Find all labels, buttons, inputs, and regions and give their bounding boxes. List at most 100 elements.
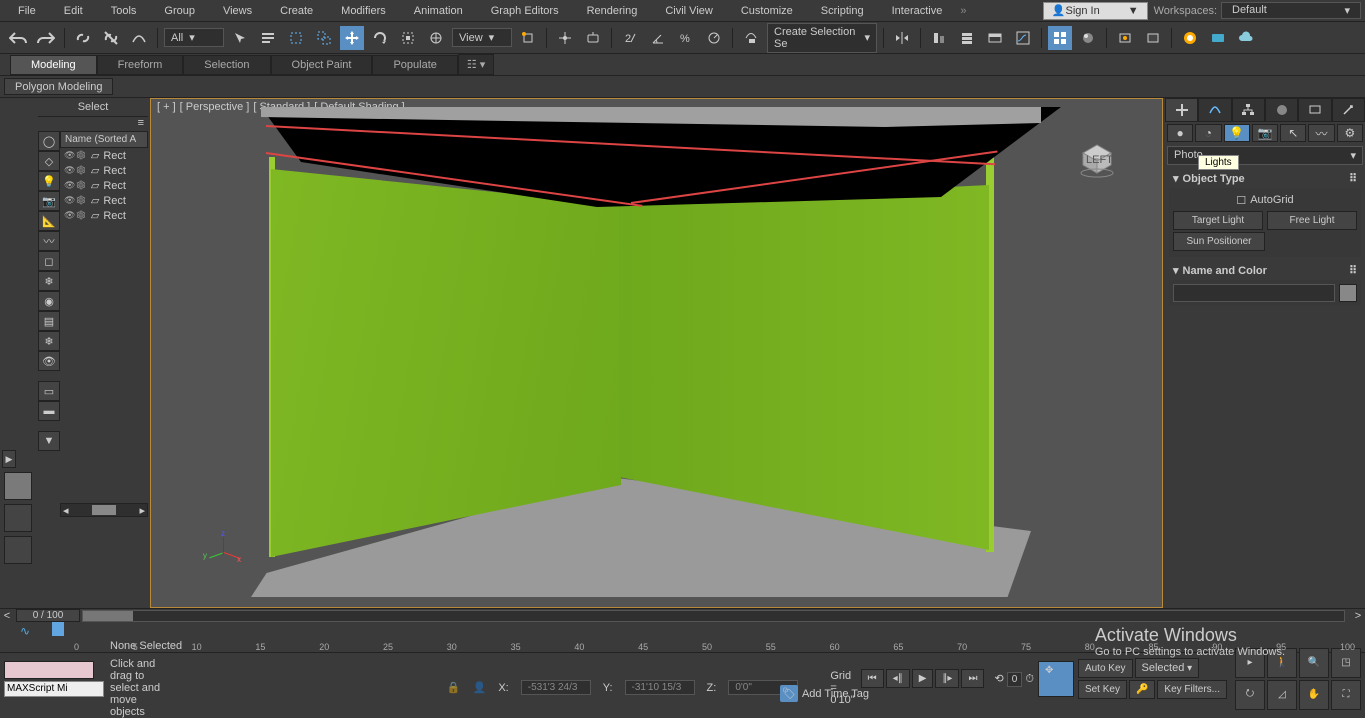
menu-rendering[interactable]: Rendering	[573, 2, 652, 20]
layer-explorer-button[interactable]	[955, 26, 979, 50]
ribbon-tab-freeform[interactable]: Freeform	[97, 55, 184, 75]
target-light-button[interactable]: Target Light	[1173, 211, 1263, 230]
toggle-ribbon-button[interactable]	[983, 26, 1007, 50]
swatch-2[interactable]	[4, 504, 32, 532]
window-crossing-button[interactable]	[312, 26, 336, 50]
redo-button[interactable]	[34, 26, 58, 50]
time-range-display[interactable]: 0 / 100	[16, 609, 80, 622]
nav-pan-button[interactable]: ▸	[1235, 648, 1265, 678]
select-by-name-button[interactable]	[256, 26, 280, 50]
menu-interactive[interactable]: Interactive	[878, 2, 957, 20]
display-tab[interactable]	[1298, 98, 1331, 122]
scene-menu-icon[interactable]: ≡	[138, 117, 144, 131]
scene-item[interactable]: 👁❄▱Rect	[60, 193, 148, 208]
scale-button[interactable]	[396, 26, 420, 50]
menu-animation[interactable]: Animation	[400, 2, 477, 20]
display-helpers-button[interactable]: 📐	[38, 211, 60, 231]
mini-curve-icon[interactable]: ∿	[20, 624, 30, 638]
ribbon-tab-modeling[interactable]: Modeling	[10, 55, 97, 75]
display-xref-button[interactable]: ▤	[38, 311, 60, 331]
link-button[interactable]	[71, 26, 95, 50]
curve-editor-button[interactable]	[1011, 26, 1035, 50]
add-time-tag-button[interactable]: Add Time Tag	[802, 688, 869, 700]
swatch-1[interactable]	[4, 472, 32, 500]
menu-edit[interactable]: Edit	[50, 2, 97, 20]
time-range-bar[interactable]	[82, 610, 1345, 622]
time-slider[interactable]	[52, 622, 64, 636]
undo-button[interactable]	[6, 26, 30, 50]
free-light-button[interactable]: Free Light	[1267, 211, 1357, 230]
prev-frame-button[interactable]: ◂∥	[886, 669, 910, 688]
object-color-swatch[interactable]	[1339, 284, 1357, 302]
display-particle-button[interactable]: ❄	[38, 271, 60, 291]
autogrid-checkbox[interactable]: ☐AutoGrid	[1173, 192, 1357, 209]
x-coord-input[interactable]: -531'3 24/3	[521, 680, 591, 695]
menu-customize[interactable]: Customize	[727, 2, 807, 20]
pivot-button[interactable]	[516, 26, 540, 50]
menu-overflow-icon[interactable]: »	[960, 5, 966, 17]
display-all-button[interactable]: ▭	[38, 381, 60, 401]
move-button[interactable]	[340, 26, 364, 50]
rotate-button[interactable]	[368, 26, 392, 50]
viewport[interactable]: [ + ][ Perspective ][ Standard ][ Defaul…	[150, 98, 1163, 608]
scene-item[interactable]: 👁❄▱Rect	[60, 163, 148, 178]
hierarchy-tab[interactable]	[1232, 98, 1265, 122]
cameras-cat[interactable]: 📷	[1252, 124, 1278, 142]
display-none-button[interactable]: ▬	[38, 401, 60, 421]
render-setup-button[interactable]	[1113, 26, 1137, 50]
manipulate-button[interactable]	[553, 26, 577, 50]
isolate-icon[interactable]: 👤	[473, 681, 487, 694]
filter-button[interactable]: ▼	[38, 431, 60, 451]
timeline[interactable]: ∿ 05101520253035404550556065707580859095…	[0, 622, 1365, 652]
render-button[interactable]	[1178, 26, 1202, 50]
menu-tools[interactable]: Tools	[97, 2, 151, 20]
transform-gizmo-button[interactable]: ✥	[1038, 661, 1074, 697]
snap-toggle-button[interactable]: 2	[618, 26, 642, 50]
setkey-button[interactable]: Set Key	[1078, 680, 1127, 699]
key-icon[interactable]: 🔑	[1129, 680, 1155, 699]
time-config-icon[interactable]: ⏱	[1025, 673, 1034, 685]
scene-item[interactable]: 👁❄▱Rect	[60, 148, 148, 163]
scene-item[interactable]: 👁❄▱Rect	[60, 178, 148, 193]
align-button[interactable]	[927, 26, 951, 50]
create-subtype-dropdown[interactable]: Photo▾ Lights	[1167, 146, 1363, 165]
geom-cat[interactable]: ●	[1167, 124, 1193, 142]
helpers-cat[interactable]: ↖	[1280, 124, 1306, 142]
time-expand-right[interactable]: >	[1351, 610, 1365, 622]
ribbon-tab-selection[interactable]: Selection	[183, 55, 270, 75]
spacewarps-cat[interactable]: 〰	[1308, 124, 1334, 142]
menu-create[interactable]: Create	[266, 2, 327, 20]
render-cloud-button[interactable]	[1234, 26, 1258, 50]
swatch-3[interactable]	[4, 536, 32, 564]
schematic-view-button[interactable]	[1048, 26, 1072, 50]
display-shapes-button[interactable]: ◇	[38, 151, 60, 171]
nav-fov-button[interactable]: ◿	[1267, 680, 1297, 710]
shapes-cat[interactable]: ◔	[1195, 124, 1221, 142]
spinner-snap-button[interactable]	[702, 26, 726, 50]
nav-zoom-button[interactable]: 🔍	[1299, 648, 1329, 678]
workspace-dropdown[interactable]: Default▾	[1221, 2, 1361, 19]
rendered-frame-button[interactable]	[1141, 26, 1165, 50]
keyfilters-button[interactable]: Key Filters...	[1157, 680, 1227, 699]
nav-pan2-button[interactable]: ✋	[1299, 680, 1329, 710]
display-cameras-button[interactable]: 📷	[38, 191, 60, 211]
autokey-button[interactable]: Auto Key	[1078, 659, 1133, 678]
ribbon-tab-objectpaint[interactable]: Object Paint	[271, 55, 373, 75]
edit-named-sel-button[interactable]	[739, 26, 763, 50]
render-ar-button[interactable]	[1206, 26, 1230, 50]
display-hidden-button[interactable]: 👁	[38, 351, 60, 371]
display-group-button[interactable]: ◉	[38, 291, 60, 311]
display-geom-button[interactable]: ◯	[38, 131, 60, 151]
mirror-button[interactable]	[890, 26, 914, 50]
rect-select-button[interactable]	[284, 26, 308, 50]
motion-tab[interactable]	[1265, 98, 1298, 122]
display-bone-button[interactable]: ◻	[38, 251, 60, 271]
nav-cube-button[interactable]: ◳	[1331, 648, 1361, 678]
angle-snap-button[interactable]	[646, 26, 670, 50]
coord-system-dropdown[interactable]: View▾	[452, 28, 512, 47]
scene-list-header[interactable]: Name (Sorted A	[60, 131, 148, 148]
polygon-modeling-button[interactable]: Polygon Modeling	[4, 78, 113, 95]
bind-button[interactable]	[127, 26, 151, 50]
placement-button[interactable]	[424, 26, 448, 50]
menu-scripting[interactable]: Scripting	[807, 2, 878, 20]
